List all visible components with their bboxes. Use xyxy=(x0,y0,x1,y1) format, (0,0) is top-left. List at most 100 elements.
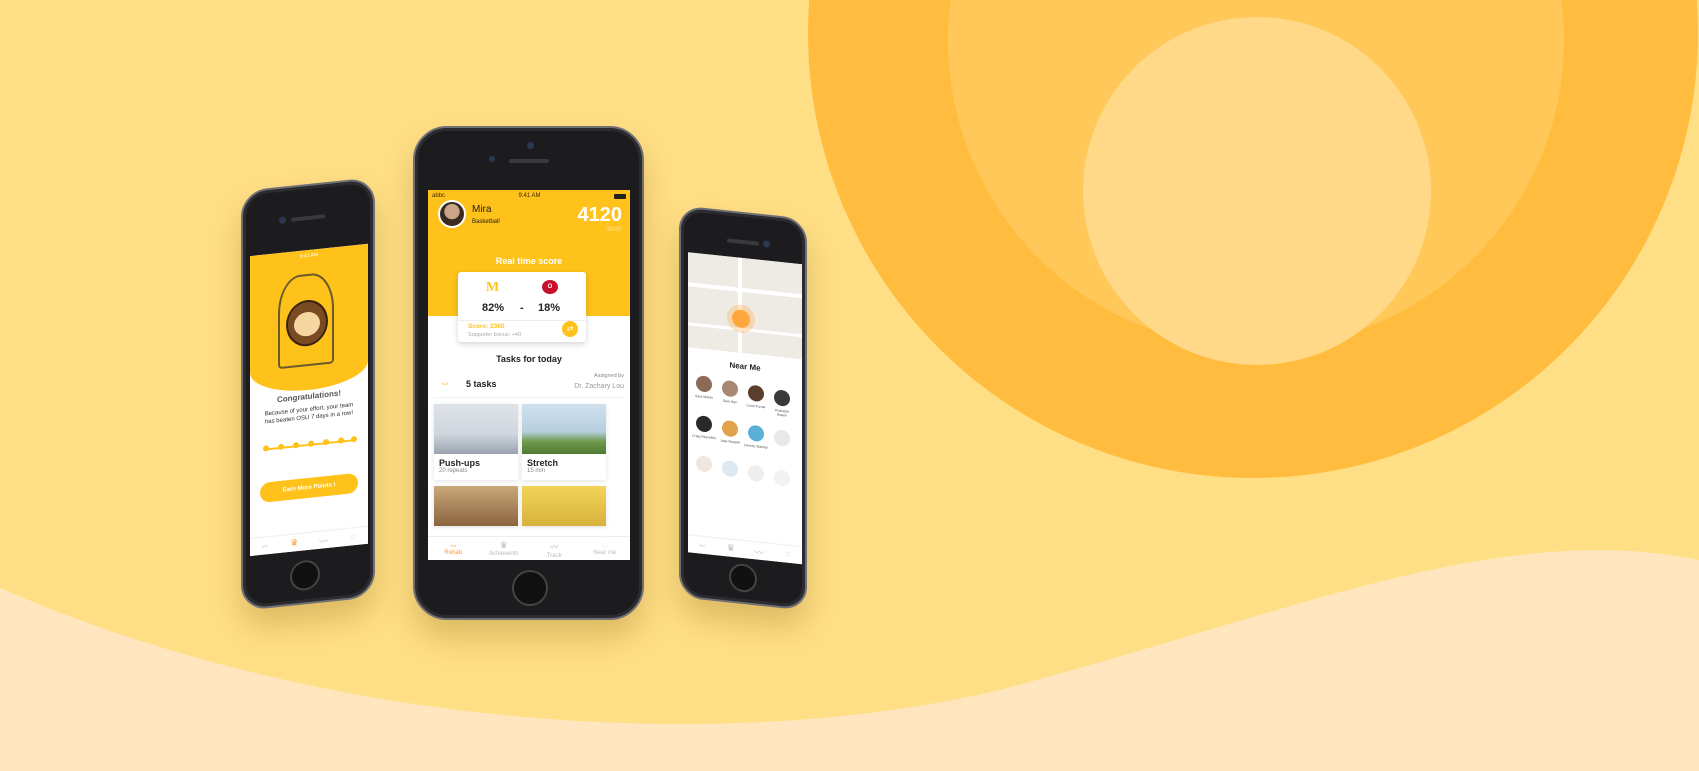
left-screen: 9:41 AM Congratulations! Because of your… xyxy=(250,243,369,557)
home-button xyxy=(729,562,757,594)
camera xyxy=(279,216,286,225)
right-tab[interactable]: ⇔ xyxy=(688,535,717,555)
chart-icon: 〰 xyxy=(754,547,764,559)
congrats-message: Because of your effort, your team has be… xyxy=(264,402,354,426)
status-bar: abbc 9:41 AM xyxy=(428,190,630,202)
person-name: Probable Rosen xyxy=(774,408,789,418)
tasks-summary[interactable]: ⇔ 5 tasks Assigned by Dr. Zachary Lou xyxy=(434,370,624,398)
near-me-title: Near Me xyxy=(729,360,761,373)
left-tab[interactable]: ◌ xyxy=(339,527,369,547)
left-tab[interactable]: ⇔ xyxy=(250,536,280,556)
home-button xyxy=(290,558,320,592)
dumbbell-icon: ⇔ xyxy=(440,378,450,389)
score-separator: - xyxy=(520,302,524,314)
left-phone: 9:41 AM Congratulations! Because of your… xyxy=(241,176,375,612)
task-name: Stretch xyxy=(527,458,559,468)
right-team-pct: 18% xyxy=(538,302,561,314)
chart-icon: 〰 xyxy=(319,535,329,547)
progress-dot xyxy=(338,437,344,444)
dumbbell-icon: ⇔ xyxy=(260,540,270,552)
share-icon[interactable]: ⇄ xyxy=(562,321,578,337)
avatar[interactable] xyxy=(696,375,712,393)
map-road xyxy=(738,257,742,353)
avatar[interactable] xyxy=(722,459,738,478)
ohio-state-logo-icon: O xyxy=(542,280,558,294)
avatar[interactable] xyxy=(722,419,738,438)
realtime-score-label: Real time score xyxy=(495,256,563,266)
person-name: Sara Martin xyxy=(694,393,714,400)
avatar[interactable] xyxy=(748,464,764,483)
tab-rehab[interactable]: ⇔ Rehab xyxy=(428,537,479,560)
progress-dot xyxy=(308,440,314,447)
right-tab[interactable]: 〰 xyxy=(745,541,774,561)
tab-track[interactable]: 〰 Track xyxy=(529,537,580,560)
avatar[interactable] xyxy=(696,455,712,473)
earn-points-button[interactable]: Earn More Points ! xyxy=(260,472,358,504)
right-tab-bar: ⇔ ♛ 〰 ◌ xyxy=(688,534,803,565)
avatar[interactable] xyxy=(774,429,790,447)
right-tab[interactable]: ♛ xyxy=(717,538,746,558)
camera xyxy=(763,240,770,248)
chat-icon: ◌ xyxy=(602,540,608,550)
center-screen: abbc 9:41 AM Mira Basketball 4120 /5000 … xyxy=(428,190,630,560)
person-name: Carol Turner xyxy=(746,403,766,410)
left-tab[interactable]: 〰 xyxy=(309,530,339,550)
right-phone: Near Me Sara Martin Sam Hen Carol Turner… xyxy=(679,205,807,611)
location-pin-icon[interactable] xyxy=(732,308,750,329)
tasks-count: 5 tasks xyxy=(466,379,497,389)
chat-icon: ◌ xyxy=(785,548,791,559)
battery-icon xyxy=(614,193,626,199)
tab-achievements[interactable]: ♛ Achievents xyxy=(479,537,530,560)
left-tab[interactable]: ♛ xyxy=(280,533,310,553)
status-time: 9:41 AM xyxy=(518,193,541,199)
task-detail: 20 repeats xyxy=(439,468,468,474)
dumbbell-icon: ⇔ xyxy=(448,540,458,550)
task-card-pushups[interactable]: Push-ups 20 repeats xyxy=(434,404,518,480)
person-name: Craig Reynolds xyxy=(692,433,716,441)
task-detail: 15 min xyxy=(527,468,546,474)
tab-label: Track xyxy=(546,553,562,559)
tab-label: Near me xyxy=(593,550,617,556)
tab-label: Achievents xyxy=(489,551,519,557)
progress-dot xyxy=(263,445,269,452)
user-sport: Basketball xyxy=(472,219,500,225)
earpiece xyxy=(509,159,549,163)
earpiece xyxy=(727,238,759,246)
task-card-4[interactable] xyxy=(522,486,606,526)
progress-dot xyxy=(323,438,329,446)
chat-icon: ◌ xyxy=(350,530,356,542)
task-card-3[interactable] xyxy=(434,486,518,526)
dumbbell-icon: ⇔ xyxy=(697,539,707,551)
avatar[interactable] xyxy=(774,469,790,487)
avatar[interactable] xyxy=(748,384,764,403)
user-score: 4120 xyxy=(577,204,623,226)
person-name: Jose Russell xyxy=(720,438,740,445)
avatar[interactable] xyxy=(774,389,790,407)
trophy-icon: ♛ xyxy=(499,540,508,550)
tasks-title: Tasks for today xyxy=(496,354,562,364)
task-card-stretch[interactable]: Stretch 15 min xyxy=(522,404,606,480)
michigan-logo-icon: M xyxy=(486,280,500,295)
avatar[interactable] xyxy=(748,424,764,443)
chart-icon: 〰 xyxy=(549,542,559,552)
map-view[interactable] xyxy=(688,252,802,360)
right-tab[interactable]: ◌ xyxy=(774,544,803,564)
avatar[interactable] xyxy=(696,415,712,433)
trophy-icon: ♛ xyxy=(726,542,735,554)
task-photo xyxy=(522,486,606,526)
avatar[interactable] xyxy=(438,200,466,228)
front-sensor xyxy=(489,156,495,162)
assigned-label: Assigned by xyxy=(594,373,624,379)
task-photo xyxy=(434,486,518,526)
trophy-icon: ♛ xyxy=(290,537,299,548)
left-team-pct: 82% xyxy=(482,302,505,314)
avatar[interactable] xyxy=(722,379,738,398)
task-name: Push-ups xyxy=(439,458,481,468)
person-name: Sam Hen xyxy=(722,398,738,405)
tab-label: Rehab xyxy=(444,550,463,556)
user-name: Mira xyxy=(472,204,492,215)
supporter-bonus: Supporter bonus: +40 xyxy=(468,332,522,338)
match-card[interactable]: M O 82% - 18% Score: 2360 Supporter bonu… xyxy=(458,272,586,342)
earpiece xyxy=(291,214,325,222)
tab-near-me[interactable]: ◌ Near me xyxy=(580,537,631,560)
